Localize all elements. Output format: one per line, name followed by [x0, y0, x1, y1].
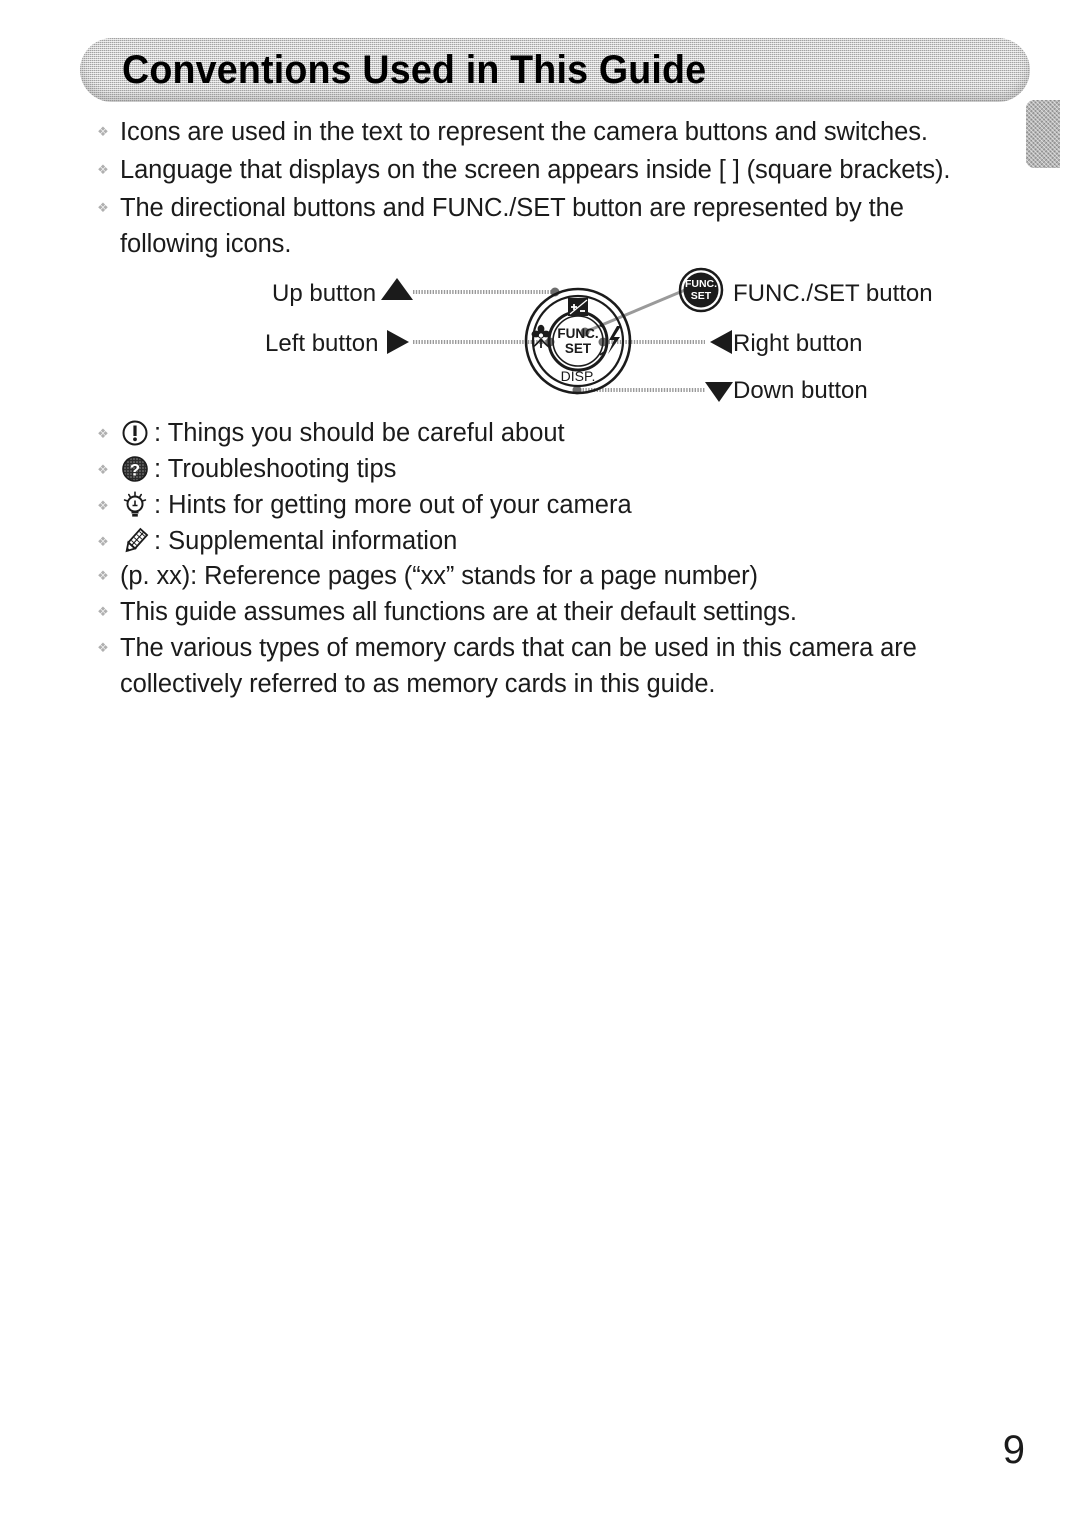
list-item: ❖ ? : Troubleshooting tips — [96, 452, 396, 486]
list-item-text: Icons are used in the text to represent … — [120, 118, 928, 146]
left-arrow-icon — [387, 330, 409, 354]
control-dial-graphic: FUNC. SET DISP. — [524, 287, 632, 395]
page-title: Conventions Used in This Guide — [122, 47, 707, 92]
dial-disp-text: DISP. — [561, 368, 596, 384]
bullet-marker: ❖ — [97, 534, 109, 549]
list-item-text: : Supplemental information — [154, 527, 458, 555]
list-item-text: Language that displays on the screen app… — [120, 156, 951, 184]
page-number: 9 — [1002, 1428, 1025, 1472]
list-item-text: : Hints for getting more out of your cam… — [154, 491, 632, 519]
list-item-text: : Things you should be careful about — [154, 419, 565, 447]
supplemental-pencil-icon — [120, 524, 150, 558]
list-item: ❖ : Things you should be careful about — [96, 416, 565, 450]
page-header-banner: Conventions Used in This Guide — [80, 38, 1030, 102]
directional-buttons-diagram: Up button Left button FUNC./SET button R… — [255, 262, 955, 412]
diagram-graphics: FUNC. SET FUNC. SET DISP. — [381, 267, 733, 402]
warning-exclamation-icon — [120, 416, 150, 450]
dial-set-text: SET — [565, 341, 592, 356]
bullet-marker: ❖ — [97, 604, 109, 619]
bullet-marker: ❖ — [97, 162, 109, 177]
bullet-marker: ❖ — [97, 124, 109, 139]
list-item: ❖ : Hints for getting more out of your c… — [96, 488, 632, 522]
up-arrow-icon — [381, 278, 413, 300]
list-item: ❖ Language that displays on the screen a… — [96, 152, 1026, 188]
bullet-marker: ❖ — [97, 462, 109, 477]
list-item-text: (p. xx): Reference pages (“xx” stands fo… — [120, 562, 758, 590]
troubleshooting-question-icon: ? — [120, 452, 150, 486]
bullet-marker: ❖ — [97, 498, 109, 513]
bullet-marker: ❖ — [97, 200, 109, 215]
list-item-text: This guide assumes all functions are at … — [120, 598, 797, 626]
callout-set-text: SET — [691, 290, 712, 302]
page-edge-tab — [1026, 100, 1060, 168]
bullet-marker: ❖ — [97, 568, 109, 583]
dial-func-text: FUNC. — [557, 326, 598, 341]
func-set-callout-icon: FUNC. SET — [678, 267, 724, 313]
down-arrow-icon — [705, 382, 733, 402]
list-item: ❖ The directional buttons and FUNC./SET … — [96, 190, 1026, 262]
callout-func-text: FUNC. — [685, 278, 717, 290]
right-arrow-icon — [710, 330, 732, 354]
exposure-compensation-icon — [568, 298, 588, 316]
bullet-marker: ❖ — [97, 426, 109, 441]
list-item-text: : Troubleshooting tips — [154, 455, 397, 483]
hint-lightbulb-icon — [120, 488, 150, 522]
list-item-text: The directional buttons and FUNC./SET bu… — [120, 194, 904, 258]
list-item: ❖ (p. xx): Reference pages (“xx” stands … — [96, 558, 1026, 594]
list-item: ❖ This guide assumes all functions are a… — [96, 594, 1026, 630]
list-item: ❖ The various types of memory cards that… — [96, 630, 1026, 702]
list-item: ❖ Icons are used in the text to represen… — [96, 114, 1026, 150]
bullet-marker: ❖ — [97, 640, 109, 655]
svg-text:?: ? — [130, 461, 140, 480]
list-item-text: The various types of memory cards that c… — [120, 634, 917, 698]
list-item: ❖ : Supplemental information — [96, 524, 457, 558]
